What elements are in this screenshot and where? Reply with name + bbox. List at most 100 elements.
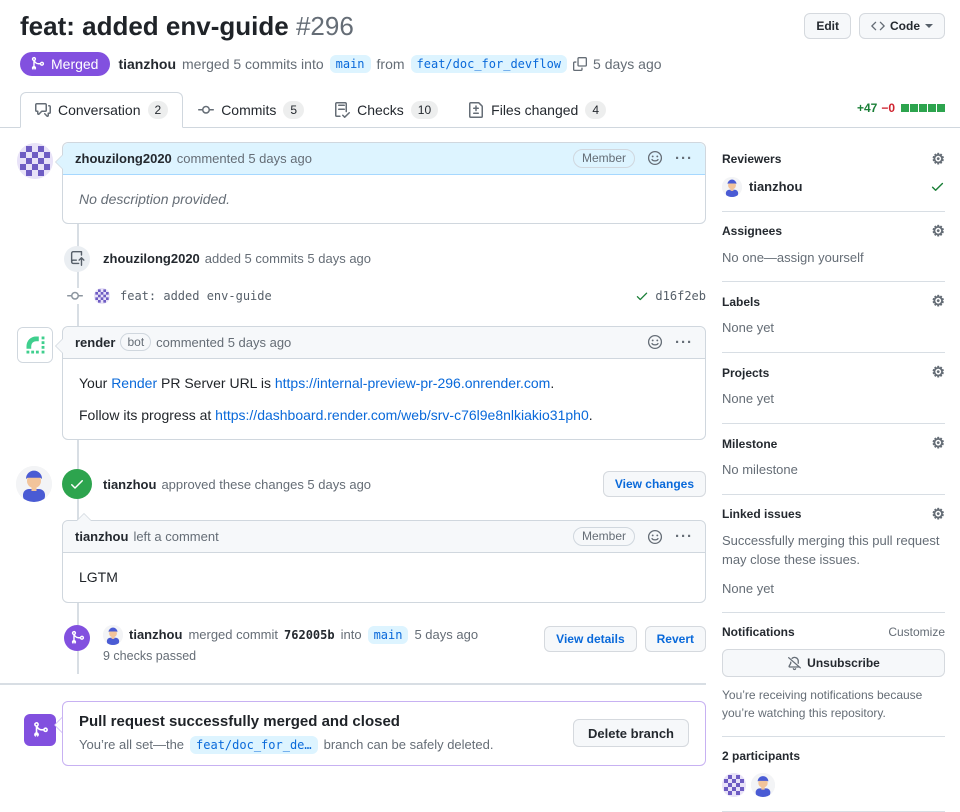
avatar-zhouzilong2020[interactable] bbox=[722, 773, 746, 797]
meta-author[interactable]: tianzhou bbox=[118, 56, 176, 72]
avatar-zhouzilong2020[interactable] bbox=[17, 143, 53, 179]
gear-icon[interactable]: ⚙ bbox=[932, 152, 945, 167]
pr-number: #296 bbox=[296, 11, 354, 41]
event-action: added 5 commits 5 days ago bbox=[205, 251, 371, 266]
code-button[interactable]: Code bbox=[859, 13, 945, 39]
approved-check-icon bbox=[930, 179, 945, 194]
dashboard-url-link[interactable]: https://dashboard.render.com/web/srv-c76… bbox=[215, 407, 589, 423]
smiley-icon[interactable] bbox=[647, 529, 663, 545]
smiley-icon[interactable] bbox=[647, 334, 663, 350]
participants-avatars bbox=[722, 773, 945, 797]
section-title: Assignees bbox=[722, 224, 782, 238]
comment-zhouzilong2020: zhouzilong2020 commented 5 days ago Memb… bbox=[62, 142, 706, 224]
avatar-tianzhou[interactable] bbox=[751, 773, 775, 797]
gear-icon[interactable]: ⚙ bbox=[932, 507, 945, 522]
view-changes-button[interactable]: View changes bbox=[603, 471, 706, 497]
diffstat-blocks bbox=[901, 104, 945, 112]
pr-meta: Merged tianzhou merged 5 commits into ma… bbox=[0, 43, 960, 76]
delete-branch-button[interactable]: Delete branch bbox=[573, 719, 689, 747]
comment-header: zhouzilong2020 commented 5 days ago Memb… bbox=[63, 143, 705, 175]
avatar-tianzhou[interactable] bbox=[722, 177, 742, 197]
section-title: Linked issues bbox=[722, 507, 801, 521]
gear-icon[interactable]: ⚙ bbox=[932, 294, 945, 309]
kebab-icon[interactable]: ··· bbox=[675, 335, 693, 350]
render-link[interactable]: Render bbox=[111, 375, 157, 391]
checklist-icon bbox=[334, 102, 350, 118]
gear-icon[interactable]: ⚙ bbox=[932, 224, 945, 239]
file-diff-icon bbox=[468, 102, 484, 118]
edit-button[interactable]: Edit bbox=[804, 13, 851, 39]
diff-additions: +47 bbox=[857, 101, 877, 115]
content: zhouzilong2020 commented 5 days ago Memb… bbox=[0, 128, 960, 812]
base-branch-chip[interactable]: main bbox=[330, 55, 371, 73]
code-icon bbox=[871, 19, 885, 33]
comment-discussion-icon bbox=[35, 102, 51, 118]
git-commit-icon bbox=[64, 288, 86, 304]
head-branch-chip[interactable]: feat/doc_for_de… bbox=[190, 736, 318, 754]
sidebar: Reviewers ⚙ tianzhou Assignees ⚙ No one—… bbox=[722, 142, 945, 812]
event-author[interactable]: tianzhou bbox=[129, 627, 182, 642]
comment-header: tianzhou left a comment Member ··· bbox=[63, 521, 705, 553]
reviewer-name[interactable]: tianzhou bbox=[749, 179, 802, 194]
comment-render-bot: render bot commented 5 days ago ··· Your… bbox=[62, 326, 706, 441]
reviewer-row[interactable]: tianzhou bbox=[722, 177, 945, 197]
head-branch-chip[interactable]: feat/doc_for_devflow bbox=[411, 55, 568, 73]
tab-files-changed[interactable]: Files changed 4 bbox=[453, 92, 621, 128]
labels-empty-text: None yet bbox=[722, 319, 945, 338]
projects-empty-text: None yet bbox=[722, 390, 945, 409]
tab-checks[interactable]: Checks 10 bbox=[319, 92, 453, 128]
git-merge-icon bbox=[24, 714, 56, 746]
meta-from: from bbox=[377, 56, 405, 72]
milestone-empty-text: No milestone bbox=[722, 461, 945, 480]
git-merge-icon bbox=[64, 625, 90, 651]
customize-link[interactable]: Customize bbox=[888, 625, 945, 639]
gear-icon[interactable]: ⚙ bbox=[932, 365, 945, 380]
event-time: 5 days ago bbox=[414, 627, 478, 642]
check-icon[interactable] bbox=[635, 289, 649, 303]
base-branch-chip[interactable]: main bbox=[368, 626, 409, 644]
tab-commits[interactable]: Commits 5 bbox=[183, 92, 319, 128]
assign-yourself-link[interactable]: assign yourself bbox=[777, 250, 864, 265]
commit-sha[interactable]: d16f2eb bbox=[655, 289, 706, 303]
page-title: feat: added env-guide #296 bbox=[20, 10, 804, 43]
commit-message[interactable]: feat: added env-guide bbox=[120, 289, 272, 303]
avatar-tianzhou[interactable] bbox=[16, 466, 52, 502]
comment-author[interactable]: render bbox=[75, 335, 115, 350]
merged-closed-section: Pull request successfully merged and clo… bbox=[16, 701, 706, 766]
merge-commit-sha[interactable]: 762005b bbox=[284, 628, 335, 642]
comment-action: left a comment bbox=[133, 529, 218, 544]
unsubscribe-button[interactable]: Unsubscribe bbox=[722, 649, 945, 677]
section-title: 2 participants bbox=[722, 749, 800, 763]
comment-author[interactable]: zhouzilong2020 bbox=[75, 151, 172, 166]
comment-header: render bot commented 5 days ago ··· bbox=[63, 327, 705, 359]
comment-body-text: LGTM bbox=[79, 569, 118, 585]
event-action: approved these changes 5 days ago bbox=[161, 477, 371, 492]
event-author[interactable]: tianzhou bbox=[103, 477, 156, 492]
body-text: PR Server URL is bbox=[157, 375, 275, 391]
commit-row: feat: added env-guide d16f2eb bbox=[16, 288, 706, 304]
avatar-zhouzilong2020[interactable] bbox=[94, 288, 110, 304]
linked-issues-desc: Successfully merging this pull request m… bbox=[722, 532, 945, 570]
kebab-icon[interactable]: ··· bbox=[675, 151, 693, 166]
avatar-render-bot[interactable] bbox=[17, 327, 53, 363]
copy-icon[interactable] bbox=[573, 57, 587, 71]
tab-conversation[interactable]: Conversation 2 bbox=[20, 92, 183, 128]
gear-icon[interactable]: ⚙ bbox=[932, 436, 945, 451]
comment-author[interactable]: tianzhou bbox=[75, 529, 128, 544]
pr-tab-nav: Conversation 2 Commits 5 Checks 10 Files… bbox=[0, 92, 960, 128]
preview-url-link[interactable]: https://internal-preview-pr-296.onrender… bbox=[275, 375, 550, 391]
event-author[interactable]: zhouzilong2020 bbox=[103, 251, 200, 266]
event-action: merged commit bbox=[188, 627, 278, 642]
comment-body-text: No description provided. bbox=[79, 191, 230, 207]
review-comment-tianzhou: tianzhou left a comment Member ··· LGTM bbox=[62, 520, 706, 602]
revert-button[interactable]: Revert bbox=[645, 626, 706, 652]
avatar-tianzhou[interactable] bbox=[103, 625, 123, 645]
smiley-icon[interactable] bbox=[647, 150, 663, 166]
comment-body: Your Render PR Server URL is https://int… bbox=[63, 359, 705, 440]
kebab-icon[interactable]: ··· bbox=[675, 529, 693, 544]
view-details-button[interactable]: View details bbox=[544, 626, 636, 652]
member-badge: Member bbox=[573, 149, 635, 168]
diffstat: +47 −0 bbox=[857, 101, 945, 127]
comment-action: commented 5 days ago bbox=[177, 151, 312, 166]
header-buttons: Edit Code bbox=[804, 10, 945, 39]
